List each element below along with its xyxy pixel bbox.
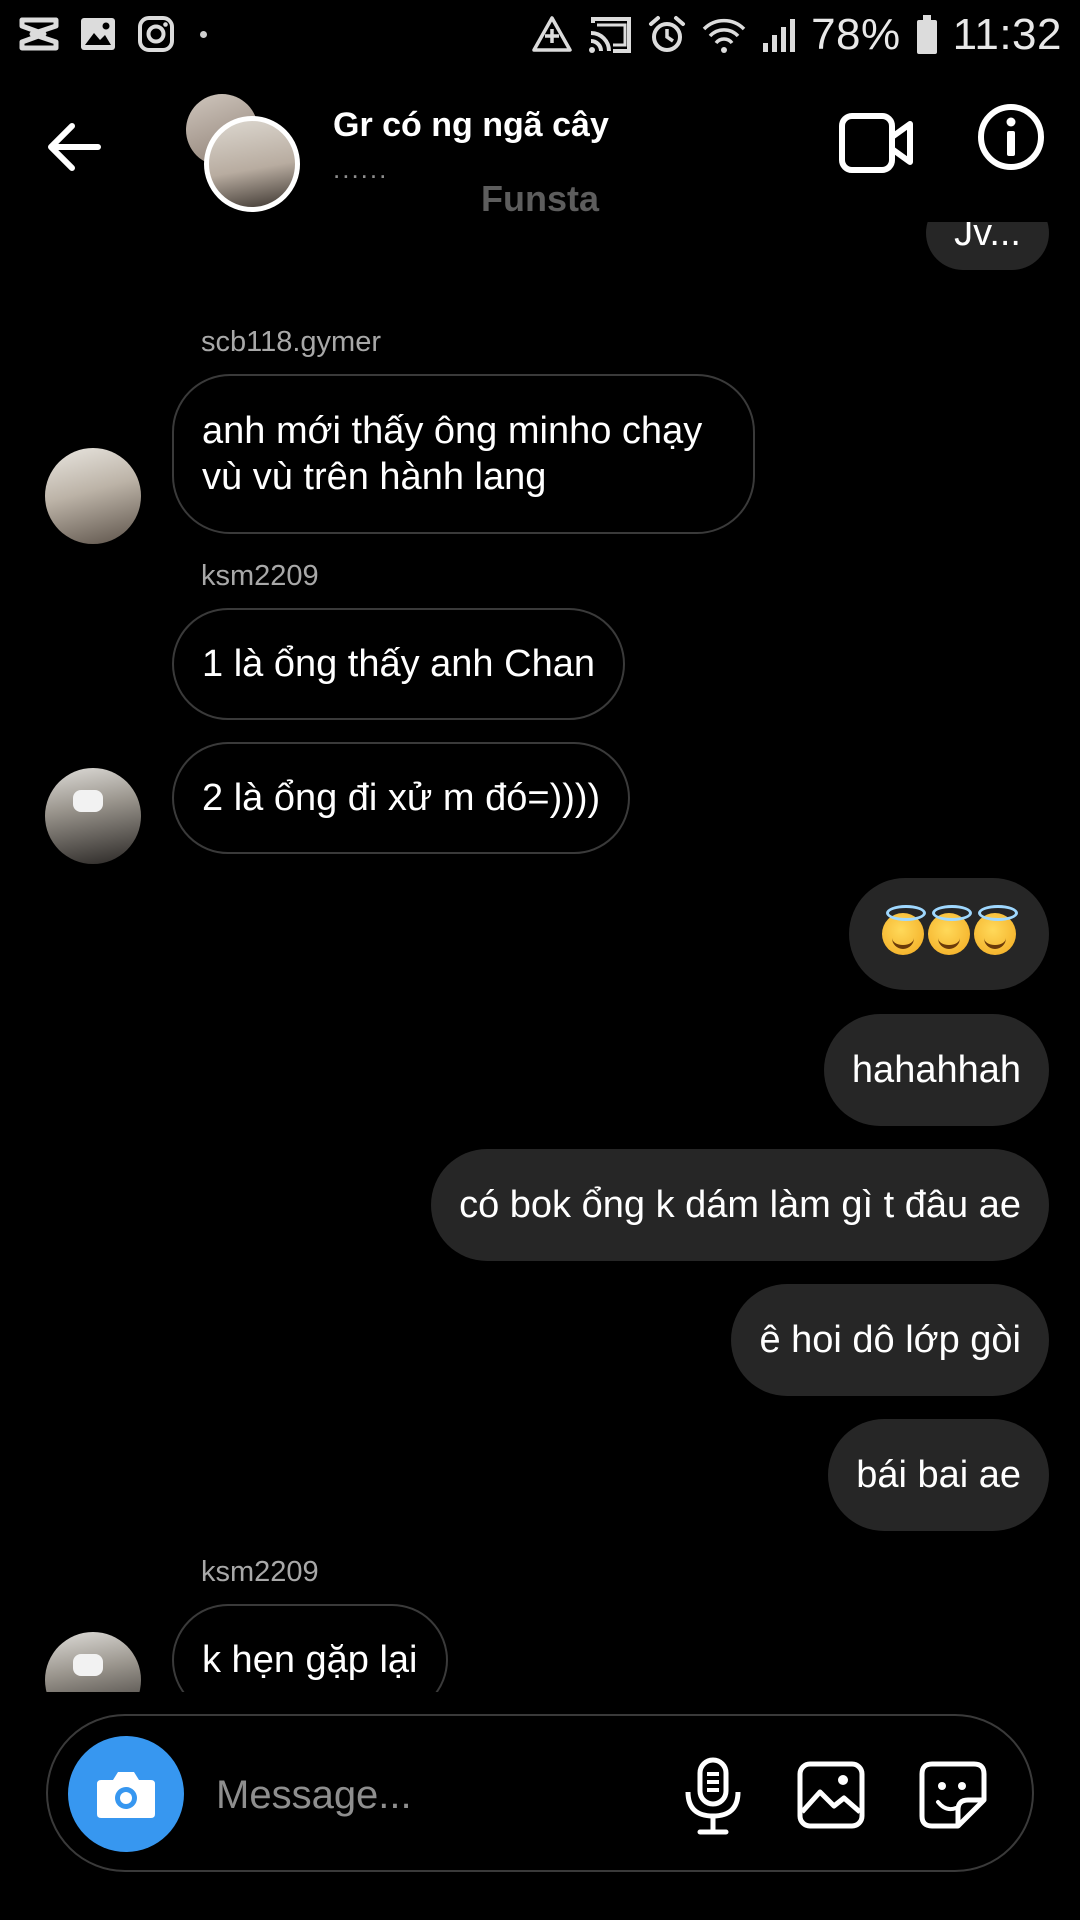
message-in[interactable]: 1 là ổng thấy anh Chan bbox=[172, 608, 625, 720]
status-bar: 78% 11:32 bbox=[0, 0, 1080, 76]
sender-name: scb118.gymer bbox=[201, 326, 381, 358]
data-saver-icon bbox=[531, 15, 573, 55]
smiling-face-with-halo-icon bbox=[928, 905, 972, 955]
message-text: 1 là ổng thấy anh Chan bbox=[202, 643, 595, 685]
back-arrow-icon bbox=[48, 123, 101, 171]
info-button[interactable] bbox=[976, 102, 1046, 172]
message-out[interactable]: có bok ổng k dám làm gì t đâu ae bbox=[431, 1149, 1049, 1261]
sender-avatar[interactable] bbox=[45, 768, 141, 864]
instagram-icon bbox=[136, 14, 176, 54]
sender-avatar[interactable] bbox=[45, 1632, 141, 1692]
battery-percent: 78% bbox=[811, 10, 901, 59]
chat-banner: Funsta bbox=[480, 178, 599, 219]
message-text: bái bai ae bbox=[856, 1454, 1021, 1496]
camera-icon bbox=[97, 1772, 155, 1818]
message-in[interactable]: k hẹn gặp lại bbox=[172, 1604, 448, 1692]
message-in[interactable]: 2 là ổng đi xử m đó=)))) bbox=[172, 742, 631, 854]
microphone-icon bbox=[685, 1757, 741, 1835]
alarm-icon bbox=[647, 15, 687, 55]
message-out[interactable]: Jv... bbox=[926, 222, 1049, 270]
clock: 11:32 bbox=[952, 10, 1062, 59]
message-thread[interactable]: Jv... scb118.gymer anh mới thấy ông minh… bbox=[0, 222, 1080, 1692]
message-out[interactable]: ê hoi dô lớp gòi bbox=[731, 1284, 1049, 1396]
chat-title[interactable]: Gr có ng ngã cây bbox=[333, 106, 609, 145]
message-text: Jv... bbox=[954, 222, 1021, 254]
message-text: hahahhah bbox=[851, 1049, 1021, 1091]
sender-name: ksm2209 bbox=[201, 1556, 319, 1588]
video-call-button[interactable] bbox=[838, 110, 914, 176]
smiling-face-with-halo-icon bbox=[882, 905, 926, 955]
message-text: 2 là ổng đi xử m đó=)))) bbox=[202, 777, 601, 819]
sticker-button[interactable] bbox=[918, 1760, 988, 1830]
message-text: k hẹn gặp lại bbox=[202, 1639, 418, 1681]
cast-icon bbox=[587, 15, 633, 55]
sticker-icon bbox=[919, 1761, 987, 1829]
message-out-emoji[interactable] bbox=[849, 878, 1049, 990]
gallery-notification-icon bbox=[78, 14, 118, 54]
battery-icon bbox=[915, 14, 939, 56]
signal-icon bbox=[761, 15, 797, 55]
camera-button[interactable] bbox=[68, 1736, 184, 1852]
wifi-icon bbox=[701, 15, 747, 55]
image-icon bbox=[797, 1761, 865, 1829]
smiling-face-with-halo-icon bbox=[974, 905, 1018, 955]
message-out[interactable]: hahahhah bbox=[823, 1014, 1049, 1126]
video-camera-icon bbox=[839, 113, 913, 173]
info-icon bbox=[978, 104, 1044, 170]
back-button[interactable] bbox=[44, 116, 106, 178]
message-in[interactable]: anh mới thấy ông minho chạy vù vù trên h… bbox=[172, 374, 755, 534]
message-text-line: anh mới thấy ông minho chạy bbox=[202, 410, 703, 452]
gallery-button[interactable] bbox=[796, 1760, 866, 1830]
emoji-group bbox=[882, 905, 1018, 955]
message-text: có bok ổng k dám làm gì t đâu ae bbox=[459, 1184, 1021, 1226]
message-text: ê hoi dô lớp gòi bbox=[759, 1319, 1021, 1361]
dot-icon bbox=[200, 30, 207, 38]
sender-avatar[interactable] bbox=[45, 448, 141, 544]
message-input[interactable] bbox=[214, 1756, 638, 1834]
capcut-icon bbox=[18, 14, 60, 54]
status-bar-left bbox=[18, 14, 207, 54]
sender-name: ksm2209 bbox=[201, 560, 319, 592]
status-bar-right: 78% 11:32 bbox=[531, 10, 1062, 60]
message-text-line: vù vù trên hành lang bbox=[202, 456, 547, 498]
voice-message-button[interactable] bbox=[676, 1756, 750, 1836]
message-out[interactable]: bái bai ae bbox=[828, 1419, 1049, 1531]
message-composer bbox=[46, 1714, 1034, 1872]
